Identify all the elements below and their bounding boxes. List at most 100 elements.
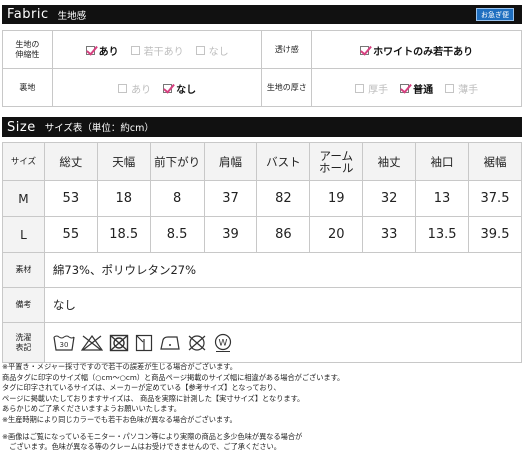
fabric-table: 生地の 伸縮性 あり 若干あり なし 透け感 ホワイトのみ若干あり 裏地 あり なし 生地の厚さ 厚手… [2, 30, 522, 107]
no-tumble-dry-icon [109, 334, 129, 351]
wash-row: 洗濯 表記 30 W [2, 322, 523, 363]
material-value: 綿73%、ポリウレタン27% [43, 252, 523, 288]
fabric-checkbox-option: 厚手 [355, 81, 388, 96]
fabric-option-label: 薄手 [458, 85, 479, 96]
checked-box-icon [85, 46, 95, 55]
material-label: 素材 [2, 252, 45, 288]
note-line: ※平置き・メジャー採寸ですので若干の誤差が生じる場合がございます。 [2, 362, 237, 371]
no-dry-clean-icon [188, 334, 206, 351]
size-value-cell: 39 [203, 216, 258, 253]
wash-label-line-1: 洗濯 [15, 332, 32, 342]
size-column-header: 総丈 [43, 142, 98, 181]
note-label: 備考 [2, 287, 45, 323]
size-row: M 53 18 8 37 82 19 32 13 37.5 [2, 180, 522, 217]
note-line: あらかじめご了承くださいますようお願いいたします。 [2, 404, 181, 414]
size-corner-header: サイズ [2, 142, 45, 181]
size-title-jp: サイズ表（単位：約cm） [44, 123, 154, 134]
size-table: サイズ 総丈 天幅 前下がり 肩幅 バスト アーム ホール 袖丈 袖口 裾幅 M 53 18 8 37 82… [2, 142, 523, 363]
size-column-header: バスト [256, 142, 311, 181]
material-row: 素材 綿73%、ポリウレタン27% [2, 252, 523, 288]
fabric-option-label: ホワイトのみ若干あり [373, 47, 474, 58]
size-value-cell: 37 [203, 180, 258, 217]
fabric-option-label: あり [131, 85, 152, 96]
fabric-checkbox-option: 若干あり [130, 43, 184, 58]
fabric-checkbox-option: あり [85, 43, 119, 58]
note-row: 備考 なし [2, 287, 523, 323]
unchecked-box-icon [445, 84, 455, 93]
fabric-checkbox-option: ホワイトのみ若干あり [360, 43, 473, 58]
note-line: タグに印字されているサイズは、メーカーが定めている【参考サイズ】となっており、 [2, 383, 281, 393]
checked-box-icon [360, 46, 370, 55]
wet-clean-icon: W [214, 333, 231, 352]
low-iron-icon [160, 335, 180, 350]
size-value-cell: 55 [43, 216, 98, 253]
unchecked-box-icon [195, 46, 205, 55]
size-value-cell: 32 [362, 180, 417, 217]
fabric-row: 裏地 あり なし 生地の厚さ 厚手 普通 薄手 [2, 68, 522, 107]
fabric-row: 生地の 伸縮性 あり 若干あり なし 透け感 ホワイトのみ若干あり [2, 30, 522, 69]
fabric-row-label: 生地の 伸縮性 [2, 30, 53, 69]
size-column-header: 袖口 [415, 142, 469, 181]
dry-in-shade-icon [135, 334, 152, 351]
fabric-row-label: 裏地 [2, 68, 53, 107]
fabric-checkbox-option: なし [163, 81, 196, 96]
fabric-section-header: Fabric 生地感 お急ぎ便 [2, 5, 522, 24]
hand-wash-30-icon: 30 [53, 335, 75, 351]
size-section-header: Size サイズ表（単位：約cm） [2, 117, 522, 137]
fabric-option-label: あり [98, 47, 119, 58]
checked-box-icon [400, 84, 410, 93]
wash-label: 洗濯 表記 [2, 322, 45, 363]
fabric-option-label: なし [208, 47, 229, 58]
size-value-cell: 19 [309, 180, 364, 217]
fabric-option-label: 厚手 [368, 85, 389, 96]
wet-clean-letter: W [218, 338, 227, 348]
note-line: 商品タグに印字のサイズ幅（○cm〜○cm）と商品ページ掲載のサイズ幅に相違がある… [2, 372, 345, 382]
size-value-cell: 39.5 [468, 216, 522, 253]
note-line: ございます。色味が異なる等のクレームはお受けできませんので、ご了承ください。 [2, 442, 281, 452]
size-value-cell: 20 [309, 216, 364, 253]
size-column-header: アーム ホール [309, 142, 364, 181]
fabric-row-label: 生地の厚さ [261, 68, 313, 107]
size-title-en: Size [7, 119, 36, 135]
notes-block: ※平置き・メジャー採寸ですので若干の誤差が生じる場合がございます。 商品タグに印字… [2, 362, 522, 453]
fabric-options-cell: 厚手 普通 薄手 [311, 68, 522, 107]
size-value-cell: 53 [43, 180, 98, 217]
fabric-row-label-line: 伸縮性 [15, 49, 40, 59]
note-value: なし [43, 287, 523, 323]
fabric-title-jp: 生地感 [57, 10, 87, 22]
size-value-cell: 33 [362, 216, 417, 253]
size-column-header: 肩幅 [203, 142, 258, 181]
size-value-cell: 13.5 [415, 216, 469, 253]
note-line: ページに掲載いたしておりますサイズは、 商品を実際に計測した【実寸サイズ】となり… [2, 393, 305, 403]
fabric-row-label-line: 裏地 [19, 82, 36, 92]
wash-symbols: 30 W [43, 322, 523, 363]
unchecked-box-icon [130, 46, 140, 55]
size-column-header: 天幅 [96, 142, 151, 181]
note-line: ※生産時期により同じカラーでも若干お色味が異なる場合がございます。 [2, 414, 237, 424]
size-column-header: 袖丈 [362, 142, 417, 181]
size-column-header: 前下がり [149, 142, 205, 181]
size-value-cell: 37.5 [468, 180, 522, 217]
size-value-cell: 18.5 [96, 216, 151, 253]
unchecked-box-icon [355, 84, 365, 93]
checked-box-icon [163, 84, 173, 93]
wash-label-line-2: 表記 [15, 342, 32, 352]
wash-temp-label: 30 [59, 341, 68, 349]
fabric-row-label: 透け感 [261, 30, 313, 69]
size-value-cell: 8 [149, 180, 205, 217]
fabric-checkbox-option: あり [118, 81, 151, 96]
fabric-options-cell: あり 若干あり なし [51, 30, 263, 69]
size-value-cell: 82 [256, 180, 311, 217]
fabric-checkbox-option: 薄手 [445, 81, 478, 96]
size-label: L [2, 216, 45, 253]
express-shipping-badge[interactable]: お急ぎ便 [476, 8, 514, 21]
size-column-header: 裾幅 [468, 142, 522, 181]
fabric-option-label: 若干あり [143, 47, 184, 58]
fabric-option-label: なし [176, 85, 197, 96]
note-line: ※画像はご覧になっているモニター・パソコン等により実際の商品と多少色味が異なる場… [2, 431, 303, 441]
size-label: M [2, 180, 45, 217]
size-value-cell: 18 [96, 180, 151, 217]
fabric-options-cell: ホワイトのみ若干あり [311, 30, 522, 69]
fabric-row-label-line: 生地の [15, 39, 40, 49]
size-value-cell: 8.5 [149, 216, 205, 253]
